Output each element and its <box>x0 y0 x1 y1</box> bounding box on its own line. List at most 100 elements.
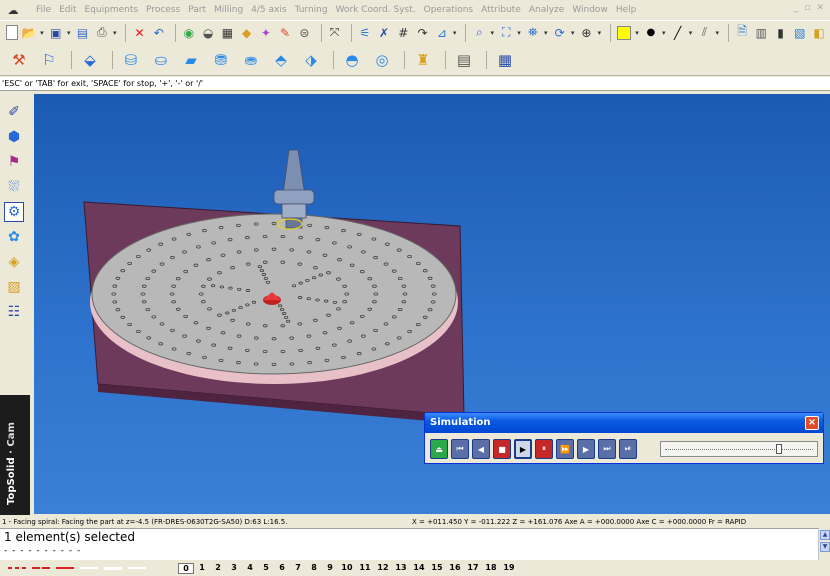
save-icon[interactable]: ▣ <box>48 24 64 42</box>
hatch-icon[interactable]: ⫽ <box>696 24 712 42</box>
cam-mode-icon[interactable]: ⚙ <box>4 202 24 222</box>
menu-edit[interactable]: Edit <box>59 5 76 15</box>
layer-button[interactable]: 4 <box>242 563 258 574</box>
sketch-icon[interactable]: ✐ <box>4 102 24 122</box>
layer-button[interactable]: 14 <box>410 563 428 574</box>
menu-4-5-axis[interactable]: 4/5 axis <box>251 5 286 15</box>
part-icon[interactable]: ⚐ <box>36 47 62 73</box>
book-icon[interactable]: ▮ <box>772 24 788 42</box>
slider-thumb[interactable] <box>775 444 782 454</box>
simulation-speed-slider[interactable] <box>660 441 818 457</box>
pen-thin-icon[interactable] <box>80 567 98 569</box>
zoom-icon[interactable]: ⌕ <box>471 24 487 42</box>
simulate-icon[interactable]: ◓ <box>339 47 365 73</box>
stock-icon[interactable]: ⬙ <box>77 47 103 73</box>
layer-button[interactable]: 19 <box>500 563 518 574</box>
rework-icon[interactable]: ⬗ <box>298 47 324 73</box>
library-mode-icon[interactable]: ▨ <box>4 277 24 297</box>
scroll-up-icon[interactable]: ▲ <box>820 530 830 540</box>
nc-program-icon[interactable]: ▤ <box>451 47 477 73</box>
menu-process[interactable]: Process <box>146 5 180 15</box>
message-scrollbar[interactable]: ▲ ▼ <box>818 528 830 560</box>
pen-solid-icon[interactable] <box>56 567 74 569</box>
layer-button[interactable]: 18 <box>482 563 500 574</box>
select-icon[interactable]: ✗ <box>376 24 392 42</box>
color-swatch-icon[interactable] <box>616 24 632 42</box>
filter-icon[interactable]: ⚟ <box>357 24 373 42</box>
facing-icon[interactable]: ▰ <box>178 47 204 73</box>
layer-button[interactable]: 3 <box>226 563 242 574</box>
contour-icon[interactable]: ⛀ <box>148 47 174 73</box>
surface-mode-icon[interactable]: ⛆ <box>4 177 24 197</box>
render-icon[interactable]: ⊕ <box>578 24 594 42</box>
pen-dash-icon[interactable] <box>8 567 26 569</box>
menu-analyze[interactable]: Analyze <box>529 5 564 15</box>
simulation-close-button[interactable]: × <box>805 416 819 430</box>
layer-button[interactable]: 17 <box>464 563 482 574</box>
new-document-icon[interactable] <box>6 25 18 40</box>
chamfer-icon[interactable]: ⬘ <box>268 47 294 73</box>
first-button[interactable]: ⏮ <box>451 439 469 459</box>
render-dropdown-icon[interactable]: ▾ <box>598 29 602 37</box>
line-dropdown-icon[interactable]: ▾ <box>689 29 693 37</box>
eject-button[interactable]: ⏏ <box>430 439 448 459</box>
fixture-icon[interactable]: ♜ <box>410 47 436 73</box>
layer-button[interactable]: 5 <box>258 563 274 574</box>
app-logo-icon[interactable]: ☁ <box>4 3 22 17</box>
target-icon[interactable]: ◎ <box>369 47 395 73</box>
paint-icon[interactable]: ✎ <box>277 24 293 42</box>
mesh-icon[interactable]: ▦ <box>219 24 235 42</box>
pocket-icon[interactable]: ⛁ <box>118 47 144 73</box>
measure-dropdown-icon[interactable]: ▾ <box>453 29 457 37</box>
step-back-button[interactable]: ◀ <box>472 439 490 459</box>
postprocess-icon[interactable]: ▦ <box>492 47 518 73</box>
tool-icon[interactable]: ◆ <box>239 24 255 42</box>
grid-icon[interactable]: # <box>395 24 411 42</box>
hatch-dropdown-icon[interactable]: ▾ <box>716 29 720 37</box>
help-icon[interactable]: ◧ <box>811 24 827 42</box>
layer-button[interactable]: 8 <box>306 563 322 574</box>
layer-button[interactable]: 16 <box>446 563 464 574</box>
camera-dropdown-icon[interactable]: ▾ <box>544 29 548 37</box>
menu-file[interactable]: File <box>36 5 51 15</box>
print-dropdown-icon[interactable]: ▾ <box>113 29 117 37</box>
menu-equipments[interactable]: Equipments <box>85 5 139 15</box>
pen-thick-icon[interactable] <box>104 567 122 570</box>
layer-button[interactable]: 1 <box>194 563 210 574</box>
scroll-down-icon[interactable]: ▼ <box>820 542 830 552</box>
layer-button[interactable]: 12 <box>374 563 392 574</box>
menu-work-coord-syst[interactable]: Work Coord. Syst. <box>336 5 416 15</box>
layer-button[interactable]: 9 <box>322 563 338 574</box>
shape-icon[interactable]: ◉ <box>181 24 197 42</box>
play-button[interactable]: ▶ <box>514 439 532 459</box>
layer-button[interactable]: 11 <box>356 563 374 574</box>
point-style-icon[interactable]: ● <box>643 24 659 42</box>
library-icon[interactable]: ▥ <box>753 24 769 42</box>
layer-button[interactable]: 10 <box>338 563 356 574</box>
surface-icon[interactable]: ◒ <box>200 24 216 42</box>
menu-operations[interactable]: Operations <box>424 5 473 15</box>
last-button[interactable]: ⏯ <box>619 439 637 459</box>
tooling-icon[interactable]: ✿ <box>4 227 24 247</box>
assembly-icon[interactable]: ◈ <box>4 252 24 272</box>
minimize-icon[interactable]: _ <box>794 3 799 13</box>
open-dropdown-icon[interactable]: ▾ <box>40 29 44 37</box>
document-panel-icon[interactable]: 🗎 <box>734 24 750 42</box>
surfacing-icon[interactable]: ⛂ <box>238 47 264 73</box>
machine-icon[interactable]: ⚒ <box>6 47 32 73</box>
menu-window[interactable]: Window <box>572 5 608 15</box>
rotate-dropdown-icon[interactable]: ▾ <box>571 29 575 37</box>
menu-turning[interactable]: Turning <box>295 5 328 15</box>
undo-icon[interactable]: ↶ <box>151 24 167 42</box>
layer-button[interactable]: 6 <box>274 563 290 574</box>
drilling-icon[interactable]: ⛃ <box>208 47 234 73</box>
menu-attribute[interactable]: Attribute <box>481 5 521 15</box>
drafting-icon[interactable]: ⚑ <box>4 152 24 172</box>
print-icon[interactable]: ⎙ <box>94 24 110 42</box>
report-icon[interactable]: ▧ <box>792 24 808 42</box>
open-folder-icon[interactable]: 📂 <box>21 24 37 42</box>
redo-icon[interactable]: ↷ <box>414 24 430 42</box>
camera-icon[interactable]: ⛯ <box>525 24 541 42</box>
pen-white-icon[interactable] <box>128 567 146 569</box>
measure-icon[interactable]: ⊿ <box>434 24 450 42</box>
